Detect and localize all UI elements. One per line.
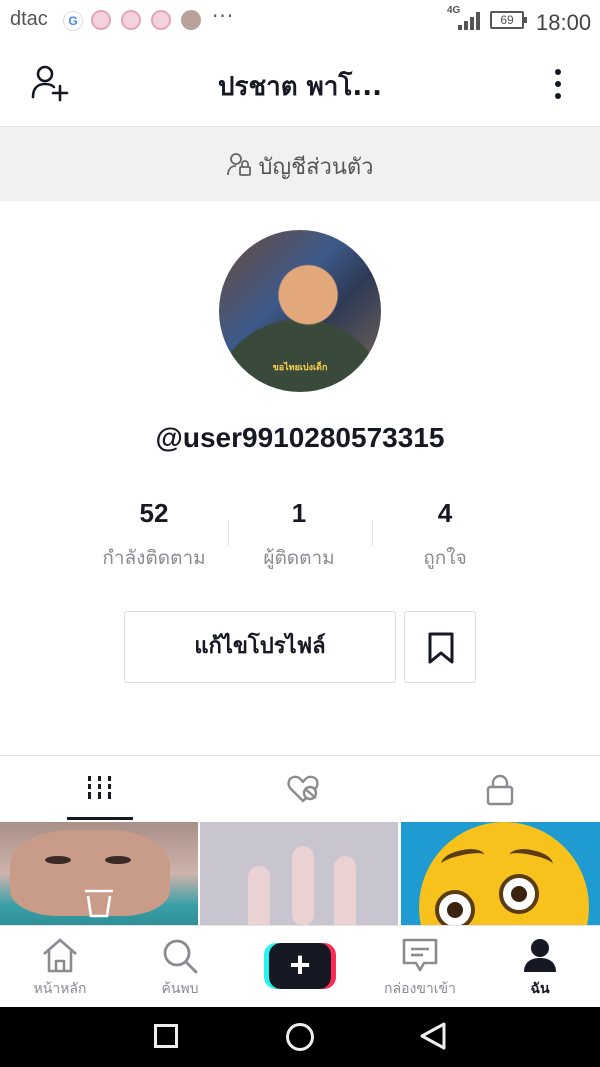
private-account-label: บัญชีส่วนตัว xyxy=(258,155,374,180)
system-navigation-bar xyxy=(0,1007,600,1067)
notification-icon xyxy=(151,10,171,30)
content-tabs xyxy=(0,755,600,822)
create-button[interactable]: + xyxy=(264,943,336,989)
bottom-navigation: หน้าหลัก ค้นพบ + กล่องขาเข้า ฉัน xyxy=(0,925,600,1008)
likes-stat[interactable]: 4 ถูกใจ xyxy=(365,498,525,573)
following-stat[interactable]: 52 กำลังติดตาม xyxy=(74,498,234,573)
tab-private[interactable] xyxy=(400,756,600,822)
back-icon[interactable] xyxy=(418,1021,448,1051)
page-title: ปรชาต พาโ... xyxy=(218,72,382,102)
followers-stat[interactable]: 1 ผู้ติดตาม xyxy=(219,498,379,573)
profile-icon xyxy=(524,939,556,972)
following-label: กำลังติดตาม xyxy=(102,547,206,569)
create-plus-icon: + xyxy=(269,943,331,989)
trash-icon[interactable] xyxy=(82,884,116,920)
nav-inbox[interactable]: กล่องขาเข้า xyxy=(360,926,480,1008)
video-thumbnail[interactable] xyxy=(401,822,600,926)
profile-header: ปรชาต พาโ... xyxy=(0,44,600,127)
nav-discover-label: ค้นพบ xyxy=(161,981,199,997)
status-bar: dtac G ··· 4G 69 18:00 xyxy=(0,0,600,44)
nav-home[interactable]: หน้าหลัก xyxy=(0,926,120,1008)
clock: 18:00 xyxy=(536,10,592,35)
active-tab-indicator xyxy=(67,817,133,820)
add-user-icon[interactable] xyxy=(30,64,70,104)
private-account-banner: บัญชีส่วนตัว xyxy=(0,127,600,201)
search-icon xyxy=(163,939,198,974)
following-count: 52 xyxy=(139,498,169,528)
likes-label: ถูกใจ xyxy=(423,547,467,569)
avatar[interactable]: ขอไทยเบ่งเด็ก xyxy=(219,230,381,392)
avatar-caption: ขอไทยเบ่งเด็ก xyxy=(272,363,328,373)
inbox-icon xyxy=(402,938,438,972)
nav-home-label: หน้าหลัก xyxy=(33,981,87,997)
video-grid xyxy=(0,822,600,926)
home-system-icon[interactable] xyxy=(286,1023,314,1051)
edit-profile-button[interactable]: แก้ไขโปรไฟล์ xyxy=(124,611,396,683)
signal-icon xyxy=(458,12,482,30)
home-icon xyxy=(43,938,77,973)
carrier-name: dtac xyxy=(10,8,48,30)
battery-icon: 69 xyxy=(490,11,527,29)
video-thumbnail[interactable] xyxy=(0,822,198,926)
username: @user9910280573315 xyxy=(155,422,445,453)
notification-avatar-icon xyxy=(181,10,201,30)
notification-icon xyxy=(91,10,111,30)
nav-inbox-label: กล่องขาเข้า xyxy=(384,981,456,997)
private-account-row: บัญชีส่วนตัว xyxy=(0,149,600,184)
recent-apps-icon[interactable] xyxy=(154,1024,178,1048)
bookmark-icon xyxy=(428,632,454,664)
nav-discover[interactable]: ค้นพบ xyxy=(120,926,240,1008)
video-thumbnail[interactable] xyxy=(200,822,398,926)
google-icon: G xyxy=(63,11,83,31)
followers-label: ผู้ติดตาม xyxy=(263,547,335,569)
followers-count: 1 xyxy=(291,498,307,528)
bookmark-button[interactable] xyxy=(404,611,476,683)
person-lock-icon xyxy=(227,153,252,176)
tab-videos[interactable] xyxy=(0,756,200,822)
liked-hidden-icon xyxy=(287,775,319,803)
vertical-dots-icon[interactable] xyxy=(548,66,568,102)
tab-liked[interactable] xyxy=(200,756,400,822)
nav-me[interactable]: ฉัน xyxy=(480,926,600,1008)
likes-count: 4 xyxy=(437,498,453,528)
nav-me-label: ฉัน xyxy=(530,981,550,997)
grid-icon xyxy=(88,776,111,799)
lock-icon xyxy=(486,774,514,806)
more-notifications-icon: ··· xyxy=(212,4,235,28)
notification-icon xyxy=(121,10,141,30)
